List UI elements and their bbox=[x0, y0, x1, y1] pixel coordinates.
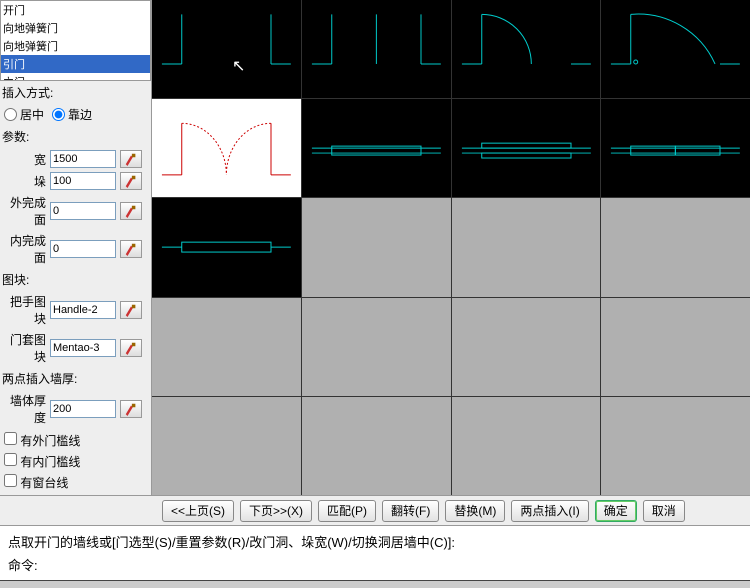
command-input-label[interactable]: 命令: bbox=[8, 553, 742, 576]
wall-thickness-label: 墙体厚度 bbox=[4, 392, 46, 426]
thumbnail-cell[interactable]: ↖ bbox=[152, 0, 301, 98]
picker-button[interactable] bbox=[120, 400, 142, 418]
button-bar: <<上页(S) 下页>>(X) 匹配(P) 翻转(F) 替换(M) 两点插入(I… bbox=[0, 495, 750, 525]
picker-button[interactable] bbox=[120, 240, 142, 258]
radio-edge[interactable]: 靠边 bbox=[52, 106, 92, 123]
finish-in-label: 内完成面 bbox=[4, 232, 46, 266]
ok-button[interactable]: 确定 bbox=[595, 500, 637, 522]
thumbnail-cell-empty[interactable] bbox=[302, 198, 451, 296]
tree-item[interactable]: 立门 bbox=[1, 73, 150, 81]
thumbnail-cell[interactable] bbox=[302, 99, 451, 197]
tree-item[interactable]: 向地弹簧门 bbox=[1, 19, 150, 37]
picker-button[interactable] bbox=[120, 301, 142, 319]
handle-block-input[interactable] bbox=[50, 301, 116, 319]
finish-in-input[interactable] bbox=[50, 240, 116, 258]
picker-button[interactable] bbox=[120, 172, 142, 190]
width-input[interactable] bbox=[50, 150, 116, 168]
check-outer-sill[interactable]: 有外门槛线 bbox=[4, 430, 147, 451]
flip-button[interactable]: 翻转(F) bbox=[382, 500, 439, 522]
duo-label: 垛 bbox=[4, 173, 46, 190]
insert-mode-label: 插入方式: bbox=[0, 81, 151, 104]
thumbnail-cell-empty[interactable] bbox=[152, 298, 301, 396]
thumbnail-cell[interactable] bbox=[152, 198, 301, 296]
two-point-insert-button[interactable]: 两点插入(I) bbox=[511, 500, 588, 522]
finish-out-label: 外完成面 bbox=[4, 194, 46, 228]
thumbnail-cell-empty[interactable] bbox=[601, 298, 750, 396]
thumbnail-cell[interactable] bbox=[302, 0, 451, 98]
thumbnail-cell-empty[interactable] bbox=[601, 397, 750, 495]
blocks-label: 图块: bbox=[0, 268, 151, 291]
door-type-tree[interactable]: 开门 向地弹簧门 向地弹簧门 引门 立门 推门 套门洞 bbox=[0, 0, 151, 81]
replace-button[interactable]: 替换(M) bbox=[445, 500, 505, 522]
mentao-block-input[interactable] bbox=[50, 339, 116, 357]
thumbnail-cell-empty[interactable] bbox=[601, 198, 750, 296]
duo-input[interactable] bbox=[50, 172, 116, 190]
next-page-button[interactable]: 下页>>(X) bbox=[240, 500, 312, 522]
radio-center[interactable]: 居中 bbox=[4, 106, 44, 123]
properties-panel: 开门 向地弹簧门 向地弹簧门 引门 立门 推门 套门洞 插入方式: 居中 靠边 … bbox=[0, 0, 152, 495]
params-label: 参数: bbox=[0, 125, 151, 148]
match-button[interactable]: 匹配(P) bbox=[318, 500, 376, 522]
thumbnail-cell-empty[interactable] bbox=[152, 397, 301, 495]
wall-insert-label: 两点插入墙厚: bbox=[0, 367, 151, 390]
thumbnail-cell-empty[interactable] bbox=[452, 298, 601, 396]
thumbnail-cell[interactable] bbox=[452, 0, 601, 98]
picker-button[interactable] bbox=[120, 150, 142, 168]
picker-button[interactable] bbox=[120, 339, 142, 357]
picker-button[interactable] bbox=[120, 202, 142, 220]
preview-panel: ↖ bbox=[152, 0, 750, 495]
cancel-button[interactable]: 取消 bbox=[643, 500, 685, 522]
thumbnail-cell-empty[interactable] bbox=[302, 397, 451, 495]
check-inner-sill[interactable]: 有内门槛线 bbox=[4, 451, 147, 472]
handle-block-label: 把手图块 bbox=[4, 293, 46, 327]
checkbox-group: 有外门槛线 有内门槛线 有窗台线 bbox=[0, 428, 151, 495]
thumbnail-cell-empty[interactable] bbox=[452, 397, 601, 495]
mentao-block-label: 门套图块 bbox=[4, 331, 46, 365]
command-area: 点取开门的墙线或[门选型(S)/重置参数(R)/改门洞、垛宽(W)/切换洞居墙中… bbox=[0, 525, 750, 580]
check-window-sill[interactable]: 有窗台线 bbox=[4, 472, 147, 493]
door-thumbnail-grid: ↖ bbox=[152, 0, 750, 495]
thumbnail-cell[interactable] bbox=[601, 99, 750, 197]
tree-item-selected[interactable]: 引门 bbox=[1, 55, 150, 73]
tree-item[interactable]: 开门 bbox=[1, 1, 150, 19]
insert-mode-radios: 居中 靠边 bbox=[0, 104, 151, 125]
thumbnail-cell-selected[interactable] bbox=[152, 99, 301, 197]
finish-out-input[interactable] bbox=[50, 202, 116, 220]
thumbnail-cell[interactable] bbox=[601, 0, 750, 98]
status-bar bbox=[0, 580, 750, 588]
prev-page-button[interactable]: <<上页(S) bbox=[162, 500, 234, 522]
width-label: 宽 bbox=[4, 151, 46, 168]
tree-item[interactable]: 向地弹簧门 bbox=[1, 37, 150, 55]
thumbnail-cell-empty[interactable] bbox=[452, 198, 601, 296]
wall-thickness-input[interactable] bbox=[50, 400, 116, 418]
thumbnail-cell[interactable] bbox=[452, 99, 601, 197]
thumbnail-cell-empty[interactable] bbox=[302, 298, 451, 396]
